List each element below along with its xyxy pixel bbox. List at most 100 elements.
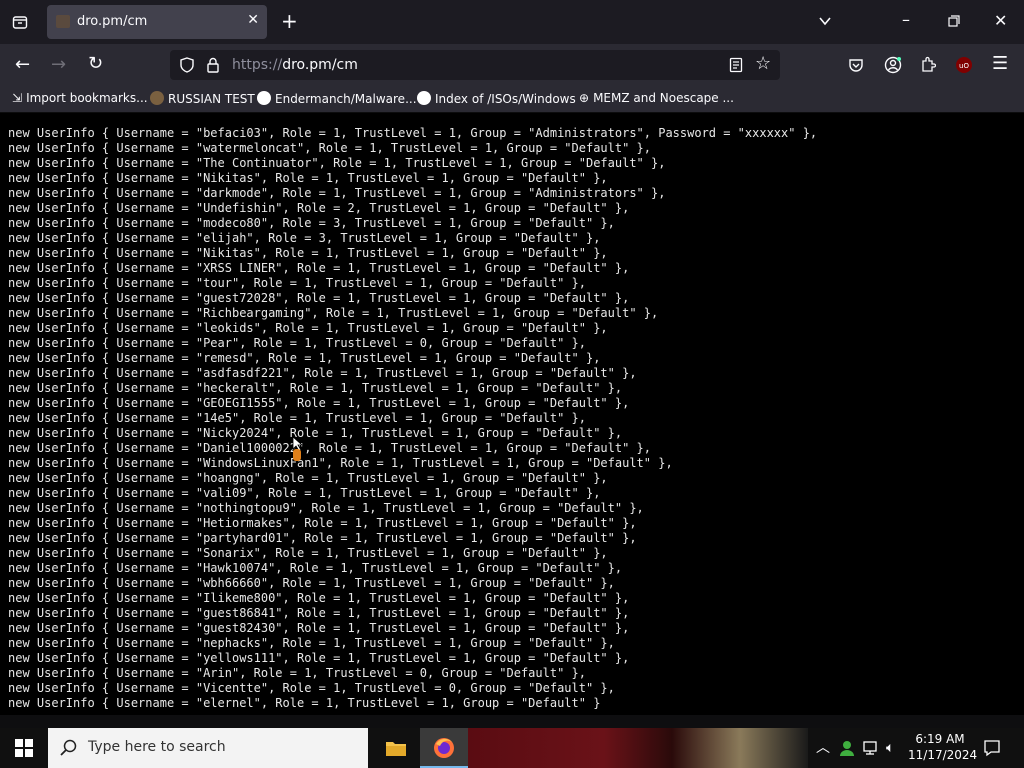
- menu-icon[interactable]: ☰: [992, 55, 1008, 73]
- volume-icon[interactable]: 🔈︎: [886, 740, 894, 756]
- window-close-icon[interactable]: ✕: [994, 13, 1007, 29]
- back-icon[interactable]: ←: [15, 56, 30, 74]
- firefox-taskbar-button[interactable]: [420, 728, 468, 768]
- code-line: new UserInfo { Username = "Nikitas", Rol…: [8, 246, 608, 260]
- code-line: new UserInfo { Username = "wbh66660", Ro…: [8, 576, 615, 590]
- reader-view-icon[interactable]: [729, 57, 743, 76]
- new-tab-icon[interactable]: +: [281, 11, 298, 31]
- show-hidden-icons-chevron-icon[interactable]: ︿: [816, 740, 830, 756]
- title-bar: dro.pm/cm ✕ + – ✕: [0, 0, 1024, 44]
- code-line: new UserInfo { Username = "modeco80", Ro…: [8, 216, 615, 230]
- google-icon: [257, 91, 271, 105]
- code-line: new UserInfo { Username = "Nicky2024", R…: [8, 426, 623, 440]
- clock-date: 11/17/2024: [908, 748, 978, 762]
- minimize-icon[interactable]: –: [902, 12, 910, 28]
- user-tray-icon[interactable]: [838, 739, 856, 760]
- tab-title: dro.pm/cm: [77, 14, 148, 29]
- code-line: new UserInfo { Username = "hoangng", Rol…: [8, 471, 608, 485]
- site-favicon: [56, 15, 70, 28]
- code-line: new UserInfo { Username = "yellows111", …: [8, 651, 630, 665]
- code-line: new UserInfo { Username = "nothingtopu9"…: [8, 501, 644, 515]
- code-line: new UserInfo { Username = "remesd", Role…: [8, 351, 601, 365]
- forward-icon[interactable]: →: [51, 56, 66, 74]
- code-line: new UserInfo { Username = "Hawk10074", R…: [8, 561, 623, 575]
- ublock-origin-icon[interactable]: uO: [955, 56, 973, 77]
- tab-list-icon[interactable]: [12, 14, 28, 33]
- svg-text:uO: uO: [959, 62, 969, 70]
- bookmark-label: Index of /ISOs/Windows: [435, 92, 576, 106]
- list-all-tabs-icon[interactable]: [818, 14, 832, 31]
- bookmark-label: Import bookmarks...: [26, 91, 148, 105]
- restore-icon[interactable]: [948, 14, 960, 30]
- code-line: new UserInfo { Username = "Pear", Role =…: [8, 336, 586, 350]
- code-line: new UserInfo { Username = "nephacks", Ro…: [8, 636, 615, 650]
- search-icon: [60, 739, 77, 756]
- tab-active[interactable]: dro.pm/cm ✕: [47, 5, 267, 39]
- bookmark-label: Endermanch/Malware...: [275, 92, 417, 106]
- code-line: new UserInfo { Username = "elijah", Role…: [8, 231, 601, 245]
- code-line: new UserInfo { Username = "Nikitas", Rol…: [8, 171, 608, 185]
- reload-icon[interactable]: ↻: [88, 55, 103, 73]
- code-line: new UserInfo { Username = "Vicentte", Ro…: [8, 681, 615, 695]
- code-line: new UserInfo { Username = "Sonarix", Rol…: [8, 546, 608, 560]
- bookmark-isos-windows[interactable]: Index of /ISOs/Windows: [417, 91, 576, 106]
- extensions-icon[interactable]: [920, 56, 937, 77]
- code-line: new UserInfo { Username = "guest82430", …: [8, 621, 630, 635]
- tab-close-icon[interactable]: ✕: [247, 12, 259, 28]
- windows-taskbar: Type here to search ︿ 🔈︎ 6:19 AM 11/17/2…: [0, 728, 1024, 768]
- site-favicon: [150, 91, 164, 105]
- google-icon: [417, 91, 431, 105]
- code-line: new UserInfo { Username = "The Continuat…: [8, 156, 666, 170]
- firefox-icon: [434, 738, 454, 758]
- code-line: new UserInfo { Username = "Daniel1000022…: [8, 441, 651, 455]
- bookmark-label: RUSSIAN TEST: [168, 92, 255, 106]
- network-icon[interactable]: [862, 740, 880, 759]
- notifications-icon[interactable]: [983, 739, 1001, 760]
- plain-text-body: new UserInfo { Username = "befaci03", Ro…: [8, 126, 817, 711]
- folder-icon: [386, 742, 406, 756]
- start-button[interactable]: [0, 728, 48, 768]
- taskbar-clock[interactable]: 6:19 AM 11/17/2024: [908, 731, 978, 763]
- taskbar-search-box[interactable]: Type here to search: [48, 728, 368, 768]
- account-icon[interactable]: [884, 56, 902, 77]
- bookmark-import[interactable]: ⇲ Import bookmarks...: [12, 91, 148, 105]
- code-line: new UserInfo { Username = "XRSS LINER", …: [8, 261, 630, 275]
- taskbar-wallpaper-peek: [468, 728, 808, 768]
- search-placeholder: Type here to search: [88, 739, 226, 755]
- code-line: new UserInfo { Username = "befaci03", Ro…: [8, 126, 818, 140]
- windows-logo-icon: [15, 739, 33, 757]
- bookmark-endermanch[interactable]: Endermanch/Malware...: [257, 91, 417, 106]
- code-line: new UserInfo { Username = "Richbeargamin…: [8, 306, 659, 320]
- code-line: new UserInfo { Username = "partyhard01",…: [8, 531, 637, 545]
- code-line: new UserInfo { Username = "Ilikeme800", …: [8, 591, 630, 605]
- code-line: new UserInfo { Username = "elernel", Rol…: [8, 696, 601, 710]
- code-line: new UserInfo { Username = "darkmode", Ro…: [8, 186, 666, 200]
- clock-time: 6:19 AM: [915, 732, 965, 746]
- code-line: new UserInfo { Username = "heckeralt", R…: [8, 381, 623, 395]
- bookmark-label: MEMZ and Noescape ...: [593, 91, 734, 105]
- lock-icon[interactable]: [206, 57, 220, 76]
- code-line: new UserInfo { Username = "Undefishin", …: [8, 201, 630, 215]
- url-bar[interactable]: https://dro.pm/cm ☆: [170, 50, 780, 80]
- pocket-icon[interactable]: [848, 57, 864, 76]
- bookmark-russian-test[interactable]: RUSSIAN TEST: [150, 91, 255, 106]
- code-line: new UserInfo { Username = "Arin", Role =…: [8, 666, 586, 680]
- code-line: new UserInfo { Username = "asdfasdf221",…: [8, 366, 637, 380]
- import-icon: ⇲: [12, 91, 23, 105]
- mouse-cursor-icon: [291, 436, 304, 463]
- url-text[interactable]: https://dro.pm/cm: [232, 57, 358, 73]
- code-line: new UserInfo { Username = "guest72028", …: [8, 291, 630, 305]
- navigation-toolbar: ← → ↻ https://dro.pm/cm ☆ uO ☰: [0, 44, 1024, 86]
- code-line: new UserInfo { Username = "tour", Role =…: [8, 276, 586, 290]
- url-scheme: https://: [232, 57, 283, 73]
- bookmark-memz[interactable]: ⊕ MEMZ and Noescape ...: [579, 91, 734, 105]
- bookmarks-toolbar: ⇲ Import bookmarks... RUSSIAN TEST Enderm…: [0, 86, 1024, 113]
- code-line: new UserInfo { Username = "guest86841", …: [8, 606, 630, 620]
- code-line: new UserInfo { Username = "watermeloncat…: [8, 141, 651, 155]
- page-content: new UserInfo { Username = "befaci03", Ro…: [0, 113, 1024, 715]
- code-line: new UserInfo { Username = "14e5", Role =…: [8, 411, 586, 425]
- code-line: new UserInfo { Username = "vali09", Role…: [8, 486, 601, 500]
- tracking-protection-shield-icon[interactable]: [179, 57, 195, 76]
- file-explorer-taskbar-button[interactable]: [372, 728, 420, 768]
- bookmark-star-icon[interactable]: ☆: [755, 55, 771, 73]
